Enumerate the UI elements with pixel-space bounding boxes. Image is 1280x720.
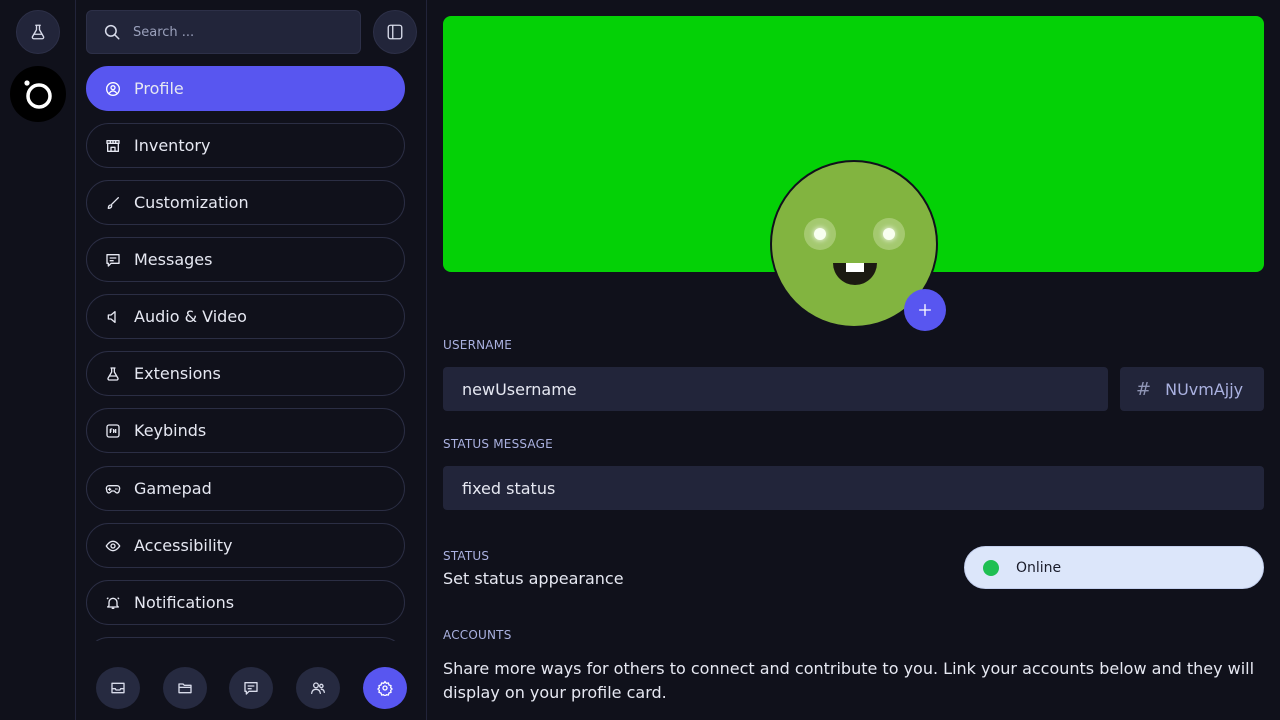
status-label: STATUS xyxy=(443,549,490,563)
chat-button[interactable] xyxy=(229,667,273,709)
toggle-sidebar-button[interactable] xyxy=(373,10,417,54)
status-select[interactable]: Online xyxy=(964,546,1264,589)
avatar-mouth xyxy=(833,263,877,285)
username-field[interactable]: newUsername xyxy=(443,367,1108,411)
change-avatar-button[interactable] xyxy=(904,289,946,331)
sidebar-item-label: Audio & Video xyxy=(134,307,247,326)
brush-icon xyxy=(105,195,121,211)
settings-icon xyxy=(377,680,393,696)
sidebar-item-label: Extensions xyxy=(134,364,221,383)
status-description: Set status appearance xyxy=(443,569,624,588)
folder-icon xyxy=(177,680,193,696)
message-icon xyxy=(105,252,121,268)
settings-button[interactable] xyxy=(363,667,407,709)
status-message-label: STATUS MESSAGE xyxy=(443,437,553,451)
sidebar-item-label: Messages xyxy=(134,250,213,269)
sidebar-item-notifications[interactable]: Notifications xyxy=(86,580,405,625)
discriminator-value: NUvmAjjy xyxy=(1165,379,1244,399)
username-value: newUsername xyxy=(462,379,577,399)
status-message-value: fixed status xyxy=(462,478,556,498)
app-rail xyxy=(0,0,76,720)
hash-icon: # xyxy=(1136,378,1152,400)
status-online-dot xyxy=(983,559,999,576)
avatar-eye-left xyxy=(804,218,836,250)
sidebar-item-gamepad[interactable]: Gamepad xyxy=(86,466,405,511)
flask-icon xyxy=(29,23,47,41)
friends-button[interactable] xyxy=(296,667,340,709)
gamepad-icon xyxy=(105,481,121,497)
sidebar-item-accessibility[interactable]: Accessibility xyxy=(86,523,405,568)
extensions-rail-button[interactable] xyxy=(16,10,60,54)
store-icon xyxy=(105,138,121,154)
inbox-icon xyxy=(110,680,126,696)
sidebar-item-label: Inventory xyxy=(134,136,211,155)
sidebar-item-profile[interactable]: Profile xyxy=(86,66,405,111)
accounts-description: Share more ways for others to connect an… xyxy=(443,659,1255,702)
avatar-eye-right xyxy=(873,218,905,250)
search-input[interactable] xyxy=(133,24,343,40)
speaker-icon xyxy=(105,309,121,325)
username-label: USERNAME xyxy=(443,338,513,352)
profile-settings-panel: USERNAME newUsername # NUvmAjjy STATUS M… xyxy=(427,0,1280,720)
app-logo[interactable] xyxy=(10,66,66,122)
status-value: Online xyxy=(1016,559,1062,576)
sidebar-item-audio-video[interactable]: Audio & Video xyxy=(86,294,405,339)
discriminator-field[interactable]: # NUvmAjjy xyxy=(1120,367,1264,411)
sidebar-item-label: Keybinds xyxy=(134,421,207,440)
inbox-button[interactable] xyxy=(96,667,140,709)
accounts-label: ACCOUNTS xyxy=(443,628,512,642)
sidebar-item-inventory[interactable]: Inventory xyxy=(86,123,405,168)
settings-sidebar: Profile Inventory Customization Messages xyxy=(76,0,427,720)
files-button[interactable] xyxy=(163,667,207,709)
search-icon xyxy=(103,23,121,41)
sidebar-toggle-icon xyxy=(386,23,404,41)
chat-icon xyxy=(243,680,259,696)
search-box[interactable] xyxy=(86,10,361,54)
sidebar-item-label: Gamepad xyxy=(134,479,212,498)
bell-icon xyxy=(105,595,121,611)
sidebar-item-label: Accessibility xyxy=(134,536,233,555)
sidebar-item-label: Customization xyxy=(134,193,249,212)
sidebar-item-more[interactable] xyxy=(86,637,405,641)
flask-icon xyxy=(105,366,121,382)
sidebar-item-messages[interactable]: Messages xyxy=(86,237,405,282)
sidebar-item-label: Notifications xyxy=(134,593,235,612)
status-message-field[interactable]: fixed status xyxy=(443,466,1264,510)
sidebar-item-label: Profile xyxy=(134,79,184,98)
sidebar-item-customization[interactable]: Customization xyxy=(86,180,405,225)
sidebar-item-extensions[interactable]: Extensions xyxy=(86,351,405,396)
settings-nav: Profile Inventory Customization Messages xyxy=(86,66,405,641)
sidebar-item-keybinds[interactable]: Keybinds xyxy=(86,408,405,453)
friends-icon xyxy=(310,680,326,696)
user-circle-icon xyxy=(105,81,121,97)
plus-icon xyxy=(917,302,933,318)
eye-icon xyxy=(105,538,121,554)
keyboard-key-icon xyxy=(105,423,121,439)
